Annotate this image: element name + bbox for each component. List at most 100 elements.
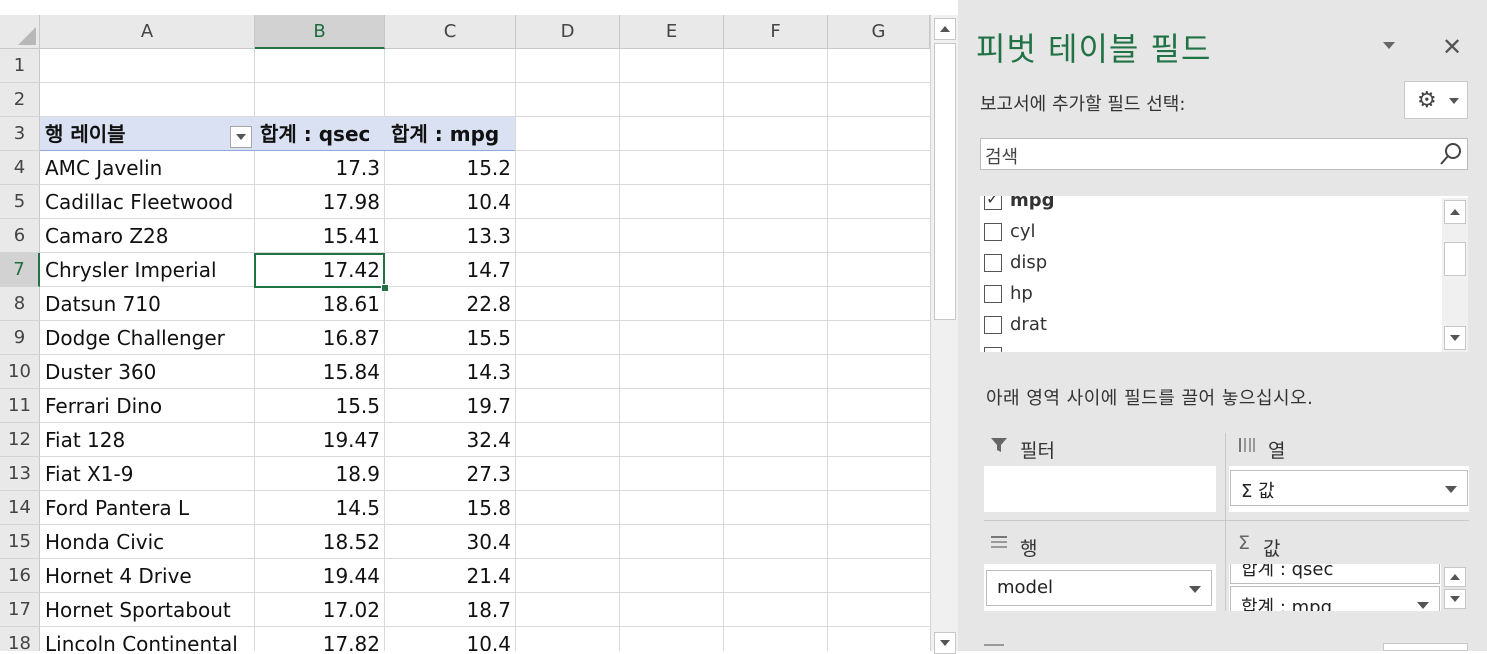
cell-qsec[interactable]: 19.47 — [255, 423, 384, 457]
cell-model[interactable]: Fiat X1-9 — [41, 457, 254, 491]
cell-qsec[interactable]: 17.02 — [255, 593, 384, 627]
field-list[interactable]: mpg cyl disp hp drat — [980, 196, 1468, 352]
row-header-12[interactable]: 12 — [0, 423, 40, 457]
cell-model[interactable]: Camaro Z28 — [41, 219, 254, 253]
column-header-c[interactable]: C — [385, 15, 516, 49]
cell-mpg[interactable]: 15.2 — [385, 151, 515, 185]
field-scroll-up[interactable] — [1444, 200, 1466, 224]
cell-qsec[interactable]: 17.98 — [255, 185, 384, 219]
active-cell[interactable] — [254, 253, 385, 288]
row-label-filter-dropdown[interactable] — [230, 126, 252, 148]
field-scroll-thumb[interactable] — [1444, 242, 1466, 276]
cell-mpg[interactable]: 14.7 — [385, 253, 515, 287]
cell-mpg[interactable]: 10.4 — [385, 627, 515, 651]
pane-options-chevron-icon[interactable] — [1383, 42, 1395, 49]
values-scroll-down[interactable] — [1444, 589, 1466, 609]
cell-model[interactable]: Honda Civic — [41, 525, 254, 559]
row-header-18[interactable]: 18 — [0, 627, 40, 651]
values-drop-area[interactable]: 합계 : qsec 합계 : mpg — [1229, 564, 1441, 611]
field-checkbox[interactable] — [984, 223, 1002, 241]
field-item-hp[interactable]: hp — [980, 281, 1440, 311]
field-item-drat[interactable]: drat — [980, 312, 1440, 342]
rows-model-item[interactable]: model — [986, 570, 1212, 606]
field-item-disp[interactable]: disp — [980, 250, 1440, 280]
cell-qsec[interactable]: 18.61 — [255, 287, 384, 321]
row-header-16[interactable]: 16 — [0, 559, 40, 593]
row-header-4[interactable]: 4 — [0, 151, 40, 185]
columns-values-item[interactable]: Σ 값 — [1230, 470, 1468, 506]
column-header-g[interactable]: G — [828, 15, 930, 49]
row-header-1[interactable]: 1 — [0, 49, 40, 83]
values-item-mpg[interactable]: 합계 : mpg — [1230, 586, 1440, 611]
cell-model[interactable]: Lincoln Continental — [41, 627, 254, 651]
cell-mpg[interactable]: 18.7 — [385, 593, 515, 627]
values-scroll-up[interactable] — [1444, 567, 1466, 587]
cell-model[interactable]: Dodge Challenger — [41, 321, 254, 355]
values-item-qsec[interactable]: 합계 : qsec — [1230, 564, 1440, 584]
row-header-15[interactable]: 15 — [0, 525, 40, 559]
cell-mpg[interactable]: 30.4 — [385, 525, 515, 559]
scroll-thumb[interactable] — [934, 43, 956, 320]
cell-qsec[interactable]: 18.52 — [255, 525, 384, 559]
field-item-mpg[interactable]: mpg — [980, 196, 1440, 218]
chevron-down-icon[interactable] — [1417, 602, 1429, 609]
row-header-3[interactable]: 3 — [0, 117, 40, 151]
cell-model[interactable]: Fiat 128 — [41, 423, 254, 457]
row-header-7[interactable]: 7 — [0, 253, 40, 287]
cell-qsec[interactable]: 17.82 — [255, 627, 384, 651]
cell-mpg[interactable]: 27.3 — [385, 457, 515, 491]
row-header-6[interactable]: 6 — [0, 219, 40, 253]
field-checkbox[interactable] — [984, 347, 1002, 352]
row-header-10[interactable]: 10 — [0, 355, 40, 389]
row-header-9[interactable]: 9 — [0, 321, 40, 355]
field-checkbox[interactable] — [984, 285, 1002, 303]
column-header-e[interactable]: E — [620, 15, 724, 49]
cell-model[interactable]: Datsun 710 — [41, 287, 254, 321]
spreadsheet-grid[interactable]: A B C D E F G 1 2 3 4 5 6 7 8 9 10 11 12 13 14 15 16 17 1… — [0, 0, 930, 651]
cell-mpg[interactable]: 13.3 — [385, 219, 515, 253]
column-header-d[interactable]: D — [516, 15, 620, 49]
row-header-14[interactable]: 14 — [0, 491, 40, 525]
field-item-partial[interactable] — [980, 343, 1440, 352]
cell-model[interactable]: Chrysler Imperial — [41, 253, 254, 287]
cell-qsec[interactable]: 15.84 — [255, 355, 384, 389]
vertical-scrollbar[interactable] — [930, 15, 958, 654]
cell-qsec[interactable]: 18.9 — [255, 457, 384, 491]
chevron-down-icon[interactable] — [1189, 586, 1201, 593]
fill-handle[interactable] — [381, 284, 389, 292]
cell-model[interactable]: Duster 360 — [41, 355, 254, 389]
search-icon[interactable] — [1438, 141, 1464, 167]
tools-button[interactable]: ⚙ — [1404, 81, 1468, 119]
close-icon[interactable]: ✕ — [1442, 33, 1462, 61]
row-header-17[interactable]: 17 — [0, 593, 40, 627]
select-all-corner[interactable] — [0, 15, 40, 49]
row-header-2[interactable]: 2 — [0, 83, 40, 117]
column-header-f[interactable]: F — [724, 15, 828, 49]
cell-model[interactable]: Cadillac Fleetwood — [41, 185, 254, 219]
field-checkbox[interactable] — [984, 254, 1002, 272]
field-list-scrollbar[interactable] — [1442, 198, 1468, 352]
cell-model[interactable]: Ford Pantera L — [41, 491, 254, 525]
row-header-11[interactable]: 11 — [0, 389, 40, 423]
field-item-cyl[interactable]: cyl — [980, 219, 1440, 249]
cell-mpg[interactable]: 19.7 — [385, 389, 515, 423]
cell-qsec[interactable]: 15.41 — [255, 219, 384, 253]
row-header-5[interactable]: 5 — [0, 185, 40, 219]
cell-mpg[interactable]: 10.4 — [385, 185, 515, 219]
cell-mpg[interactable]: 32.4 — [385, 423, 515, 457]
cell-mpg[interactable]: 14.3 — [385, 355, 515, 389]
cell-model[interactable]: Hornet Sportabout — [41, 593, 254, 627]
cell-mpg[interactable]: 15.5 — [385, 321, 515, 355]
field-search-input[interactable]: 검색 — [980, 138, 1468, 170]
field-scroll-down[interactable] — [1444, 326, 1466, 350]
cell-qsec[interactable]: 17.3 — [255, 151, 384, 185]
chevron-down-icon[interactable] — [1445, 486, 1457, 493]
column-header-a[interactable]: A — [40, 15, 255, 49]
field-checkbox[interactable] — [984, 196, 1002, 210]
row-header-8[interactable]: 8 — [0, 287, 40, 321]
cell-model[interactable]: Hornet 4 Drive — [41, 559, 254, 593]
cell-mpg[interactable]: 21.4 — [385, 559, 515, 593]
row-header-13[interactable]: 13 — [0, 457, 40, 491]
filter-drop-area[interactable] — [984, 466, 1216, 512]
update-button[interactable] — [1383, 643, 1468, 651]
